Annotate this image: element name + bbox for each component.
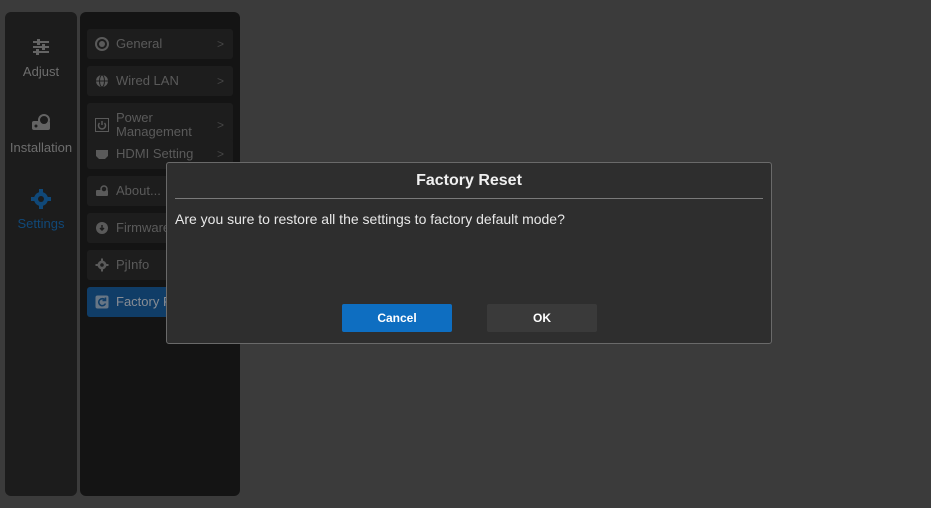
factory-reset-dialog: Factory Reset Are you sure to restore al… — [166, 162, 772, 344]
cancel-button[interactable]: Cancel — [342, 304, 452, 332]
dialog-message: Are you sure to restore all the settings… — [175, 211, 565, 227]
ok-button[interactable]: OK — [487, 304, 597, 332]
dialog-divider — [175, 198, 763, 199]
dialog-title: Factory Reset — [416, 172, 522, 189]
